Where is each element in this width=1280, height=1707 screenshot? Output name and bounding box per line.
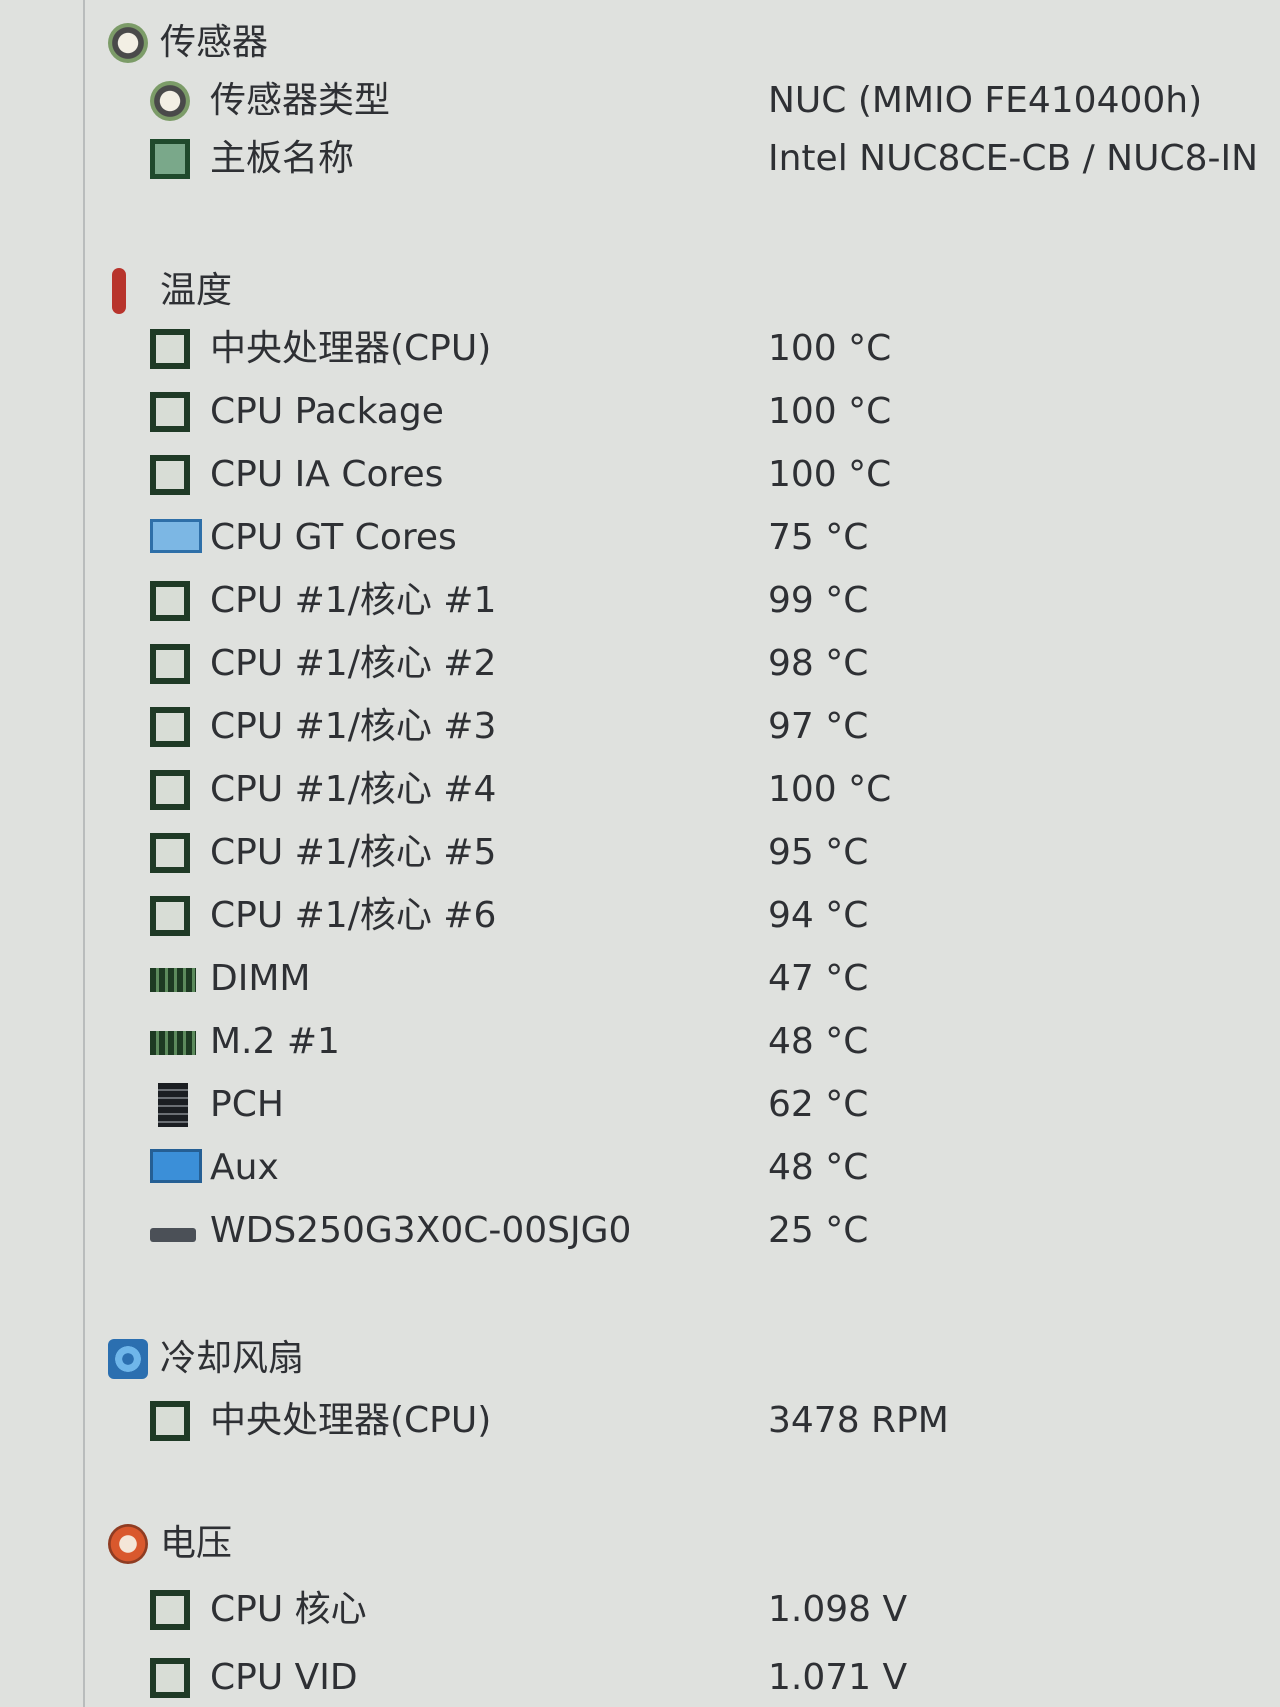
list-item[interactable]: CPU 核心 1.098 V: [0, 1581, 1280, 1639]
list-item-sensor-type[interactable]: 传感器类型 NUC (MMIO FE410400h): [0, 72, 1280, 130]
thermometer-icon: [112, 268, 126, 314]
list-item[interactable]: M.2 #1 48 °C: [0, 1013, 1280, 1071]
list-item[interactable]: CPU #1/核心 #4 100 °C: [0, 761, 1280, 819]
cpu-icon: [150, 392, 190, 432]
list-item[interactable]: PCH 62 °C: [0, 1076, 1280, 1134]
list-item[interactable]: CPU #1/核心 #6 94 °C: [0, 887, 1280, 945]
item-value: 97 °C: [768, 706, 869, 747]
item-label: CPU Package: [210, 391, 444, 432]
cpu-icon: [150, 329, 190, 369]
item-value: 100 °C: [768, 391, 892, 432]
motherboard-icon: [150, 139, 190, 179]
item-value: 100 °C: [768, 454, 892, 495]
list-item[interactable]: WDS250G3X0C-00SJG0 25 °C: [0, 1202, 1280, 1260]
cpu-icon: [150, 644, 190, 684]
item-label: CPU 核心: [210, 1589, 367, 1630]
list-item[interactable]: CPU #1/核心 #5 95 °C: [0, 824, 1280, 882]
list-item[interactable]: 中央处理器(CPU) 100 °C: [0, 320, 1280, 378]
voltage-icon: [108, 1524, 148, 1564]
item-label: CPU GT Cores: [210, 517, 457, 558]
section-title: 电压: [160, 1523, 233, 1564]
list-item[interactable]: 中央处理器(CPU) 3478 RPM: [0, 1392, 1280, 1450]
cpu-icon: [150, 1401, 190, 1441]
fan-icon: [108, 1339, 148, 1379]
item-value: NUC (MMIO FE410400h): [768, 80, 1203, 121]
section-title: 温度: [160, 270, 233, 311]
item-label: CPU #1/核心 #4: [210, 769, 497, 810]
item-label: WDS250G3X0C-00SJG0: [210, 1210, 632, 1251]
list-item[interactable]: CPU VID 1.071 V: [0, 1649, 1280, 1707]
item-label: CPU #1/核心 #1: [210, 580, 497, 621]
item-value: 48 °C: [768, 1147, 869, 1188]
sensor-icon: [108, 23, 148, 63]
item-label: 主板名称: [210, 138, 355, 179]
item-value: 98 °C: [768, 643, 869, 684]
item-value: 75 °C: [768, 517, 869, 558]
section-voltage[interactable]: 电压: [0, 1515, 1280, 1573]
item-label: Aux: [210, 1147, 279, 1188]
item-value: 3478 RPM: [768, 1400, 949, 1441]
item-value: 100 °C: [768, 328, 892, 369]
item-label: CPU IA Cores: [210, 454, 444, 495]
item-value: 1.098 V: [768, 1589, 908, 1630]
item-label: CPU VID: [210, 1657, 358, 1698]
item-label: CPU #1/核心 #5: [210, 832, 497, 873]
cpu-icon: [150, 896, 190, 936]
section-title: 传感器: [160, 22, 269, 63]
item-value: 99 °C: [768, 580, 869, 621]
item-value: Intel NUC8CE-CB / NUC8-IN: [768, 138, 1259, 179]
item-label: PCH: [210, 1084, 284, 1125]
cpu-icon: [150, 1590, 190, 1630]
ram-icon: [150, 1031, 196, 1055]
cpu-icon: [150, 707, 190, 747]
section-title: 冷却风扇: [160, 1338, 305, 1379]
list-item[interactable]: CPU GT Cores 75 °C: [0, 509, 1280, 567]
ram-icon: [150, 968, 196, 992]
gpu-icon: [150, 519, 202, 553]
item-value: 94 °C: [768, 895, 869, 936]
cpu-icon: [150, 1658, 190, 1698]
list-item[interactable]: DIMM 47 °C: [0, 950, 1280, 1008]
list-item[interactable]: Aux 48 °C: [0, 1139, 1280, 1197]
section-sensor[interactable]: 传感器: [0, 14, 1280, 72]
sensor-icon: [150, 81, 190, 121]
list-item[interactable]: CPU #1/核心 #1 99 °C: [0, 572, 1280, 630]
list-item-motherboard[interactable]: 主板名称 Intel NUC8CE-CB / NUC8-IN: [0, 130, 1280, 188]
item-label: M.2 #1: [210, 1021, 340, 1062]
list-item[interactable]: CPU #1/核心 #2 98 °C: [0, 635, 1280, 693]
section-fans[interactable]: 冷却风扇: [0, 1330, 1280, 1388]
item-value: 25 °C: [768, 1210, 869, 1251]
item-value: 1.071 V: [768, 1657, 908, 1698]
chip-icon: [158, 1083, 188, 1127]
list-item[interactable]: CPU Package 100 °C: [0, 383, 1280, 441]
item-label: CPU #1/核心 #2: [210, 643, 497, 684]
drive-icon: [150, 1228, 196, 1242]
item-label: CPU #1/核心 #6: [210, 895, 497, 936]
item-value: 95 °C: [768, 832, 869, 873]
item-label: CPU #1/核心 #3: [210, 706, 497, 747]
item-value: 100 °C: [768, 769, 892, 810]
cpu-icon: [150, 833, 190, 873]
list-item[interactable]: CPU IA Cores 100 °C: [0, 446, 1280, 504]
item-label: DIMM: [210, 958, 311, 999]
item-value: 47 °C: [768, 958, 869, 999]
cpu-icon: [150, 455, 190, 495]
item-label: 中央处理器(CPU): [210, 1400, 492, 1441]
item-label: 传感器类型: [210, 80, 391, 121]
cpu-icon: [150, 581, 190, 621]
list-item[interactable]: CPU #1/核心 #3 97 °C: [0, 698, 1280, 756]
item-label: 中央处理器(CPU): [210, 328, 492, 369]
section-temperature[interactable]: 温度: [0, 262, 1280, 320]
monitor-icon: [150, 1149, 202, 1183]
item-value: 62 °C: [768, 1084, 869, 1125]
cpu-icon: [150, 770, 190, 810]
item-value: 48 °C: [768, 1021, 869, 1062]
